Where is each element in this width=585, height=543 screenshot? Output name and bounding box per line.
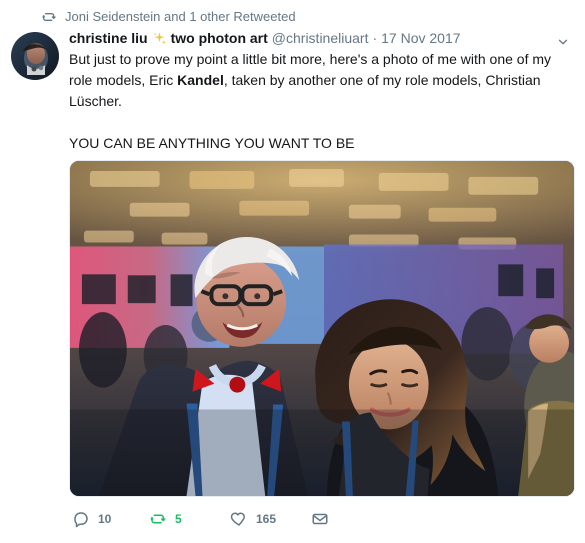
header-separator: · xyxy=(372,30,378,46)
tweet-paragraph-gap xyxy=(69,112,575,133)
reply-icon xyxy=(72,510,90,528)
tweet-paragraph-2: YOU CAN BE ANYTHING YOU WANT TO BE xyxy=(69,135,355,151)
tweet-text-segment-2: Kandel xyxy=(177,72,224,88)
tweet-photo[interactable] xyxy=(69,160,575,497)
author-name-first: christine liu xyxy=(69,30,148,46)
tweet-text: But just to prove my point a little bit … xyxy=(69,49,575,154)
author-name-second: two photon art xyxy=(170,30,268,46)
retweet-icon xyxy=(149,510,167,528)
tweet-paragraph-1: But just to prove my point a little bit … xyxy=(69,49,575,112)
author-handle[interactable]: @christineliuart xyxy=(272,28,369,49)
retweet-count: 5 xyxy=(175,512,182,526)
sparkle-icon xyxy=(152,31,167,46)
reply-action[interactable]: 10 xyxy=(72,510,111,528)
retweet-context-text: Joni Seidenstein and 1 other Retweeted xyxy=(65,9,296,24)
author-name[interactable]: christine liu two photon art xyxy=(69,28,268,49)
reply-count: 10 xyxy=(98,512,112,526)
tweet-content: christine liu two photon art @christinel… xyxy=(69,28,575,528)
like-count: 165 xyxy=(256,512,277,526)
retweet-context: Joni Seidenstein and 1 other Retweeted xyxy=(41,8,296,26)
tweet-timestamp[interactable]: 17 Nov 2017 xyxy=(381,28,460,49)
envelope-icon xyxy=(311,510,329,528)
retweet-icon xyxy=(41,9,57,25)
tweet-header: christine liu two photon art @christinel… xyxy=(69,28,575,49)
like-action[interactable]: 165 xyxy=(230,510,276,528)
retweet-action[interactable]: 5 xyxy=(149,510,182,528)
tweet-actions: 10 5 165 xyxy=(69,510,575,532)
avatar[interactable] xyxy=(11,32,59,80)
tweet-card[interactable]: Joni Seidenstein and 1 other Retweeted c… xyxy=(0,0,585,543)
direct-message-action[interactable] xyxy=(311,510,329,528)
heart-icon xyxy=(230,510,248,528)
